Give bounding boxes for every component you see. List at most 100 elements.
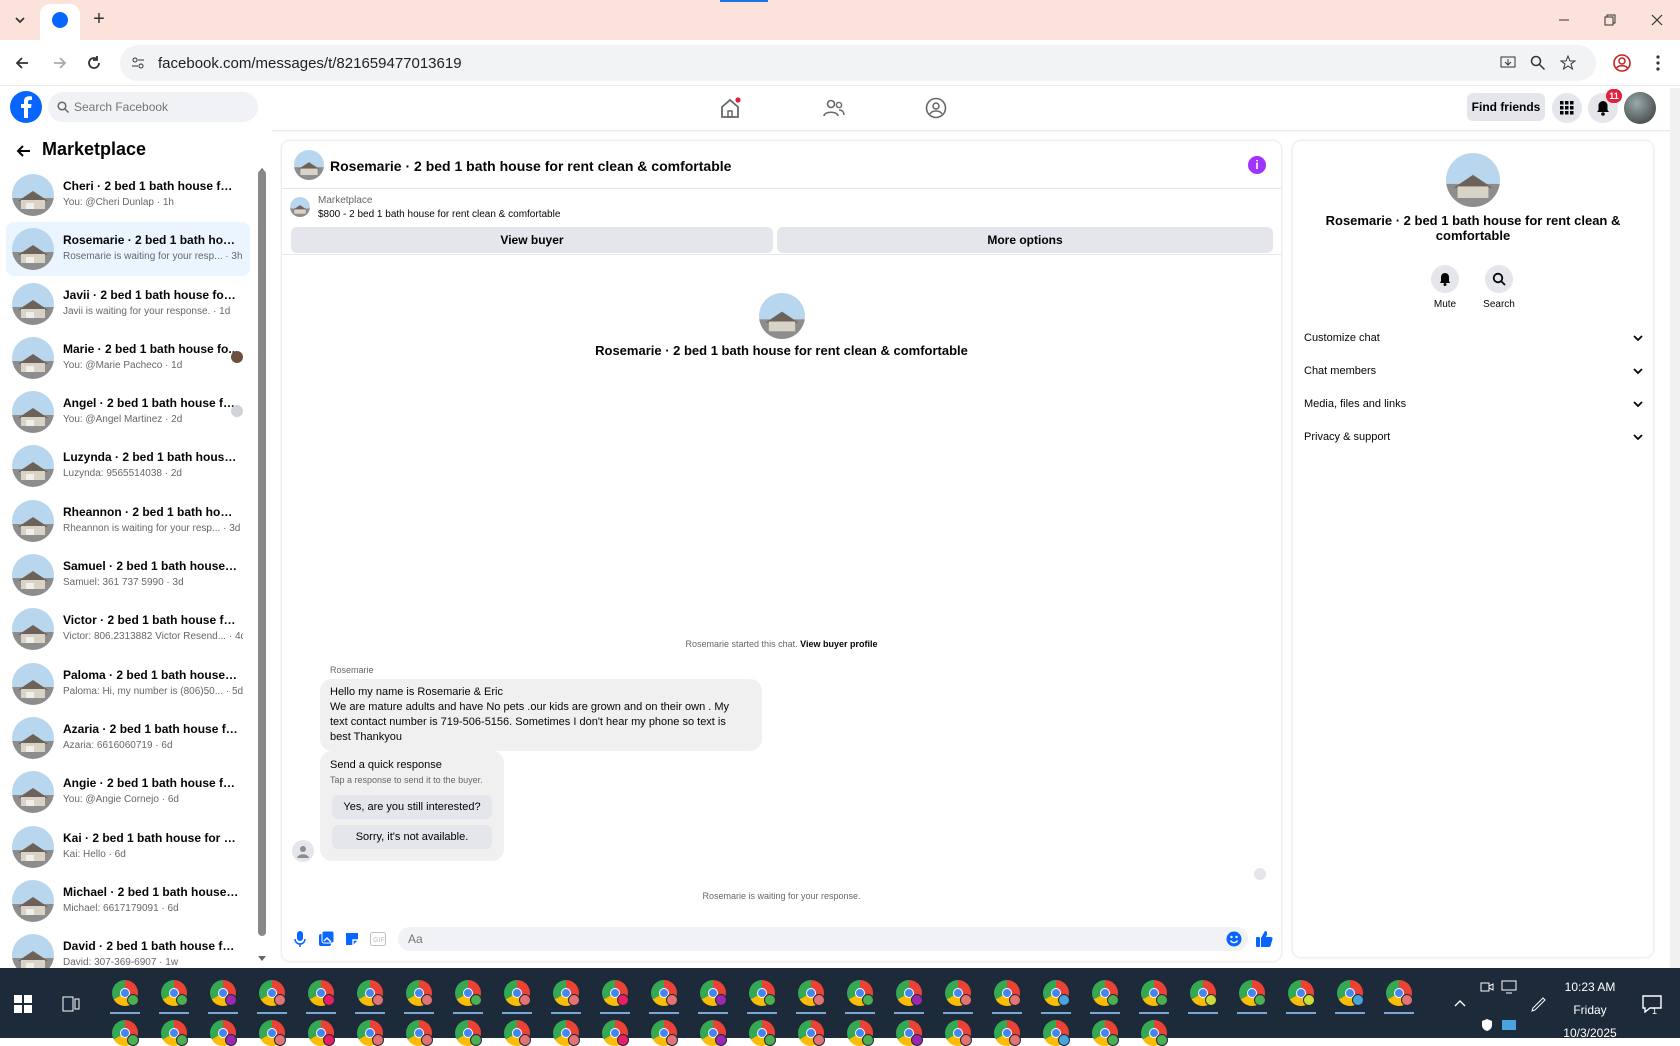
system-tray-chevron-up-icon[interactable]	[1450, 993, 1470, 1013]
conversation-item[interactable]: Kai · 2 bed 1 bath house for ren... Kai: …	[6, 820, 250, 874]
chrome-taskbar-icon[interactable]	[1337, 980, 1364, 1006]
chrome-taskbar-icon[interactable]	[1092, 980, 1119, 1006]
chrome-taskbar-icon[interactable]	[651, 980, 678, 1006]
new-tab-button[interactable]: +	[86, 6, 112, 32]
active-tab[interactable]	[40, 4, 80, 40]
search-input[interactable]	[74, 92, 254, 122]
chrome-taskbar-icon[interactable]	[1043, 980, 1070, 1006]
page-scrollbar[interactable]	[1670, 88, 1680, 968]
chrome-taskbar-icon[interactable]	[602, 1020, 629, 1046]
conversation-item[interactable]: Azaria · 2 bed 1 bath house for ... Azari…	[6, 711, 250, 765]
microphone-icon[interactable]	[290, 929, 310, 949]
listing-thumbnail[interactable]	[294, 150, 324, 180]
security-shield-icon[interactable]	[1478, 1016, 1496, 1034]
windows-start-icon[interactable]	[12, 993, 34, 1015]
quick-response-interested-button[interactable]: Yes, are you still interested?	[332, 795, 492, 819]
back-arrow-icon[interactable]	[10, 51, 34, 75]
chrome-taskbar-icon[interactable]	[700, 980, 727, 1006]
conversation-item[interactable]: Paloma · 2 bed 1 bath house for... Paloma…	[6, 657, 250, 711]
chrome-taskbar-icon[interactable]	[1141, 980, 1168, 1006]
media-files-links-section[interactable]: Media, files and links	[1304, 392, 1644, 416]
chrome-taskbar-icon[interactable]	[1190, 980, 1217, 1006]
restore-icon[interactable]	[1598, 8, 1622, 32]
facebook-logo-icon[interactable]	[10, 91, 42, 123]
conversation-item[interactable]: Javii · 2 bed 1 bath house for re... Javi…	[6, 277, 250, 331]
chrome-taskbar-icon[interactable]	[847, 1020, 874, 1046]
chrome-taskbar-icon[interactable]	[1141, 1020, 1168, 1046]
emoji-icon[interactable]	[1226, 931, 1242, 947]
chrome-taskbar-icon[interactable]	[504, 1020, 531, 1046]
chrome-taskbar-icon[interactable]	[1043, 1020, 1070, 1046]
chrome-taskbar-icon[interactable]	[994, 980, 1021, 1006]
customize-chat-section[interactable]: Customize chat	[1304, 326, 1644, 350]
taskbar-time[interactable]: 10:23 AM	[1552, 980, 1628, 994]
chrome-taskbar-icon[interactable]	[945, 980, 972, 1006]
site-info-icon[interactable]	[128, 53, 148, 73]
chrome-taskbar-icon[interactable]	[896, 1020, 923, 1046]
zoom-icon[interactable]	[1528, 53, 1548, 73]
chrome-taskbar-icon[interactable]	[504, 980, 531, 1006]
conversation-item[interactable]: Angel · 2 bed 1 bath house fo... You: @An…	[6, 385, 250, 439]
profile-icon[interactable]	[1610, 51, 1634, 75]
chrome-taskbar-icon[interactable]	[651, 1020, 678, 1046]
close-window-icon[interactable]	[1645, 8, 1669, 32]
chrome-taskbar-icon[interactable]	[700, 1020, 727, 1046]
groups-icon[interactable]	[922, 94, 950, 122]
view-buyer-profile-link[interactable]: View buyer profile	[800, 639, 877, 649]
chrome-taskbar-icon[interactable]	[406, 1020, 433, 1046]
chrome-taskbar-icon[interactable]	[112, 1020, 139, 1046]
chrome-taskbar-icon[interactable]	[798, 1020, 825, 1046]
home-icon[interactable]	[716, 94, 744, 122]
chrome-taskbar-icon[interactable]	[749, 980, 776, 1006]
conversation-item[interactable]: Marie · 2 bed 1 bath house fo... You: @Ma…	[6, 331, 250, 385]
chrome-taskbar-icon[interactable]	[749, 1020, 776, 1046]
tab-search-chevron-icon[interactable]	[8, 8, 32, 32]
view-buyer-button[interactable]: View buyer	[291, 227, 773, 253]
onedrive-icon[interactable]	[1500, 1016, 1518, 1034]
task-view-icon[interactable]	[60, 993, 82, 1015]
chrome-taskbar-icon[interactable]	[798, 980, 825, 1006]
conversation-item[interactable]: Samuel · 2 bed 1 bath house for... Samuel…	[6, 548, 250, 602]
account-avatar[interactable]	[1624, 92, 1656, 124]
listing-price-title[interactable]: $800 - 2 bed 1 bath house for rent clean…	[318, 209, 560, 220]
forward-arrow-icon[interactable]	[48, 51, 72, 75]
chat-members-section[interactable]: Chat members	[1304, 359, 1644, 383]
chrome-taskbar-icon[interactable]	[308, 1020, 335, 1046]
chrome-taskbar-icon[interactable]	[553, 980, 580, 1006]
conversation-item[interactable]: Luzynda · 2 bed 1 bath house fo... Luzynd…	[6, 439, 250, 493]
back-arrow-icon[interactable]	[12, 140, 34, 162]
bookmark-star-icon[interactable]	[1558, 53, 1578, 73]
conversation-item[interactable]: Cheri · 2 bed 1 bath house for r... You: …	[6, 168, 250, 222]
chrome-taskbar-icon[interactable]	[259, 1020, 286, 1046]
conversation-item[interactable]: Michael · 2 bed 1 bath house fo... Michae…	[6, 874, 250, 928]
browser-menu-icon[interactable]	[1646, 51, 1670, 75]
chrome-taskbar-icon[interactable]	[161, 980, 188, 1006]
info-icon[interactable]: i	[1248, 156, 1266, 174]
chrome-taskbar-icon[interactable]	[945, 1020, 972, 1046]
taskbar-day[interactable]: Friday	[1552, 1003, 1628, 1017]
chrome-taskbar-icon[interactable]	[406, 980, 433, 1006]
chrome-taskbar-icon[interactable]	[994, 1020, 1021, 1046]
chrome-taskbar-icon[interactable]	[259, 980, 286, 1006]
chrome-taskbar-icon[interactable]	[1386, 980, 1413, 1006]
mute-action[interactable]: Mute	[1415, 265, 1475, 310]
conversation-item[interactable]: Rheannon · 2 bed 1 bath house ... Rheanno…	[6, 494, 250, 548]
chrome-taskbar-icon[interactable]	[112, 980, 139, 1006]
chrome-taskbar-icon[interactable]	[1092, 1020, 1119, 1046]
thumbs-up-icon[interactable]	[1254, 928, 1274, 950]
chrome-taskbar-icon[interactable]	[1239, 980, 1266, 1006]
chrome-taskbar-icon[interactable]	[210, 1020, 237, 1046]
address-bar[interactable]: facebook.com/messages/t/821659477013619	[120, 45, 1596, 81]
chrome-taskbar-icon[interactable]	[455, 980, 482, 1006]
conversation-scrollbar[interactable]	[258, 170, 266, 936]
chrome-taskbar-icon[interactable]	[161, 1020, 188, 1046]
chrome-taskbar-icon[interactable]	[210, 980, 237, 1006]
chrome-taskbar-icon[interactable]	[896, 980, 923, 1006]
sticker-icon[interactable]	[342, 929, 362, 949]
conversation-item[interactable]: Angie · 2 bed 1 bath house for r... You: …	[6, 765, 250, 819]
search-action[interactable]: Search	[1469, 265, 1529, 310]
gif-icon[interactable]: GIF	[368, 929, 388, 949]
friends-icon[interactable]	[820, 94, 848, 122]
chrome-taskbar-icon[interactable]	[308, 980, 335, 1006]
menu-grid-icon[interactable]	[1552, 93, 1582, 123]
